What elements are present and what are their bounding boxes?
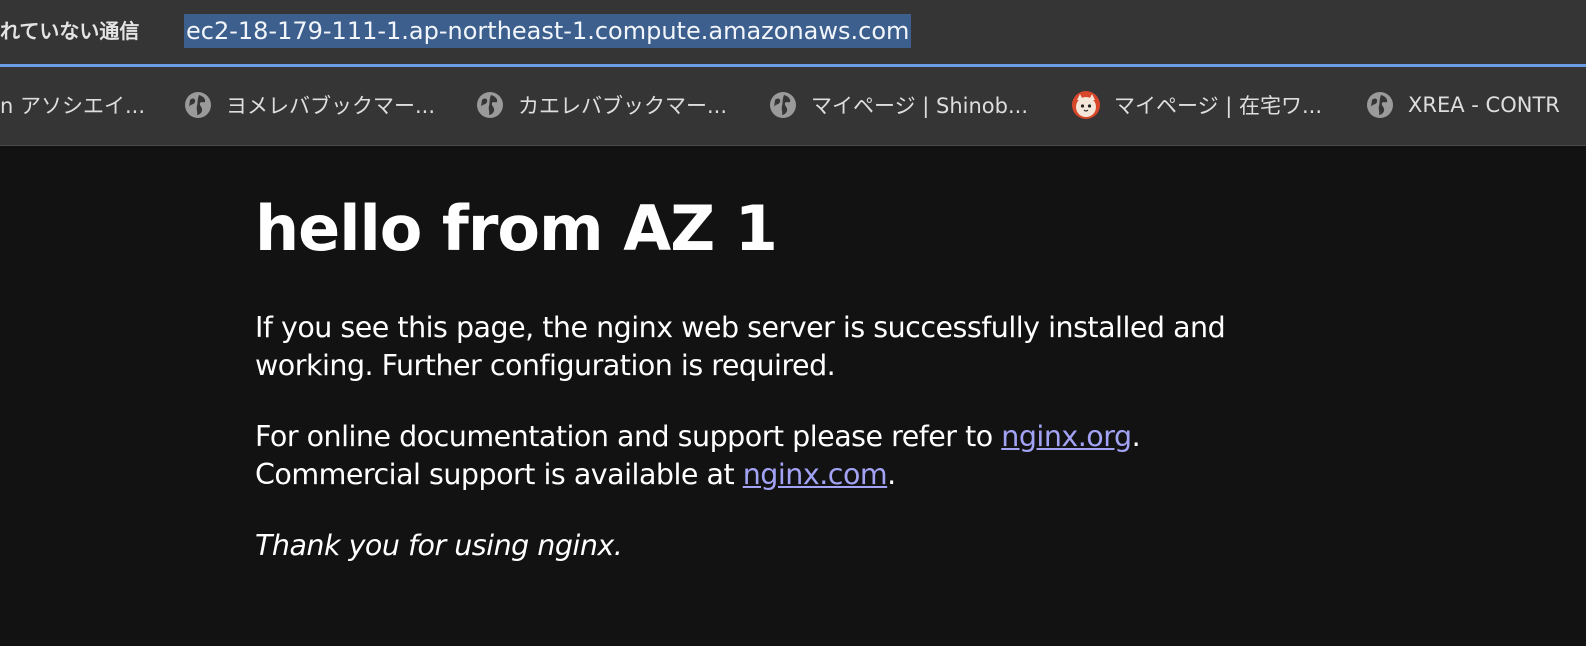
globe-icon <box>770 92 796 118</box>
bookmark-zaitaku[interactable]: マイページ | 在宅ワ... <box>1072 87 1322 123</box>
nginx-com-link[interactable]: nginx.com <box>743 458 888 491</box>
page-title: hello from AZ 1 <box>255 192 778 265</box>
bookmark-yomereba[interactable]: ヨメレバブックマー... <box>184 87 435 123</box>
bookmark-label: ヨメレバブックマー... <box>226 94 436 118</box>
page-content: hello from AZ 1 If you see this page, th… <box>0 146 1586 646</box>
url-input[interactable]: ec2-18-179-111-1.ap-northeast-1.compute.… <box>184 14 912 48</box>
bookmark-associate[interactable]: n アソシエイ... <box>0 87 145 123</box>
support-text: For online documentation and support ple… <box>255 420 1002 453</box>
bookmarks-bar: n アソシエイ... ヨメレバブックマー... カエレバブックマー... マイペ… <box>0 67 1586 146</box>
commercial-support-period: . <box>887 458 896 491</box>
thanks-text: Thank you for using nginx. <box>255 529 623 562</box>
support-text-period: . <box>1131 420 1141 453</box>
cat-favicon-icon <box>1072 91 1100 119</box>
support-paragraph: For online documentation and support ple… <box>255 418 1305 494</box>
security-status-label[interactable]: れていない通信 <box>0 16 139 46</box>
globe-icon <box>1367 92 1393 118</box>
bookmark-label: マイページ | Shinob... <box>811 94 1028 118</box>
bookmark-shinobi[interactable]: マイページ | Shinob... <box>769 87 1028 123</box>
bookmark-label: マイページ | 在宅ワ... <box>1114 94 1323 118</box>
bookmark-kaereba[interactable]: カエレバブックマー... <box>476 87 727 123</box>
bookmark-label: n アソシエイ... <box>0 94 146 118</box>
globe-icon <box>185 92 211 118</box>
globe-icon <box>477 92 503 118</box>
bookmark-label: カエレバブックマー... <box>518 94 728 118</box>
bookmark-xrea[interactable]: XREA - CONTR <box>1366 87 1560 123</box>
bookmark-label: XREA - CONTR <box>1408 93 1560 117</box>
address-bar: れていない通信 ec2-18-179-111-1.ap-northeast-1.… <box>0 0 1586 64</box>
intro-paragraph: If you see this page, the nginx web serv… <box>255 311 1226 382</box>
nginx-org-link[interactable]: nginx.org <box>1001 420 1132 453</box>
commercial-support-text: Commercial support is available at <box>255 458 743 491</box>
